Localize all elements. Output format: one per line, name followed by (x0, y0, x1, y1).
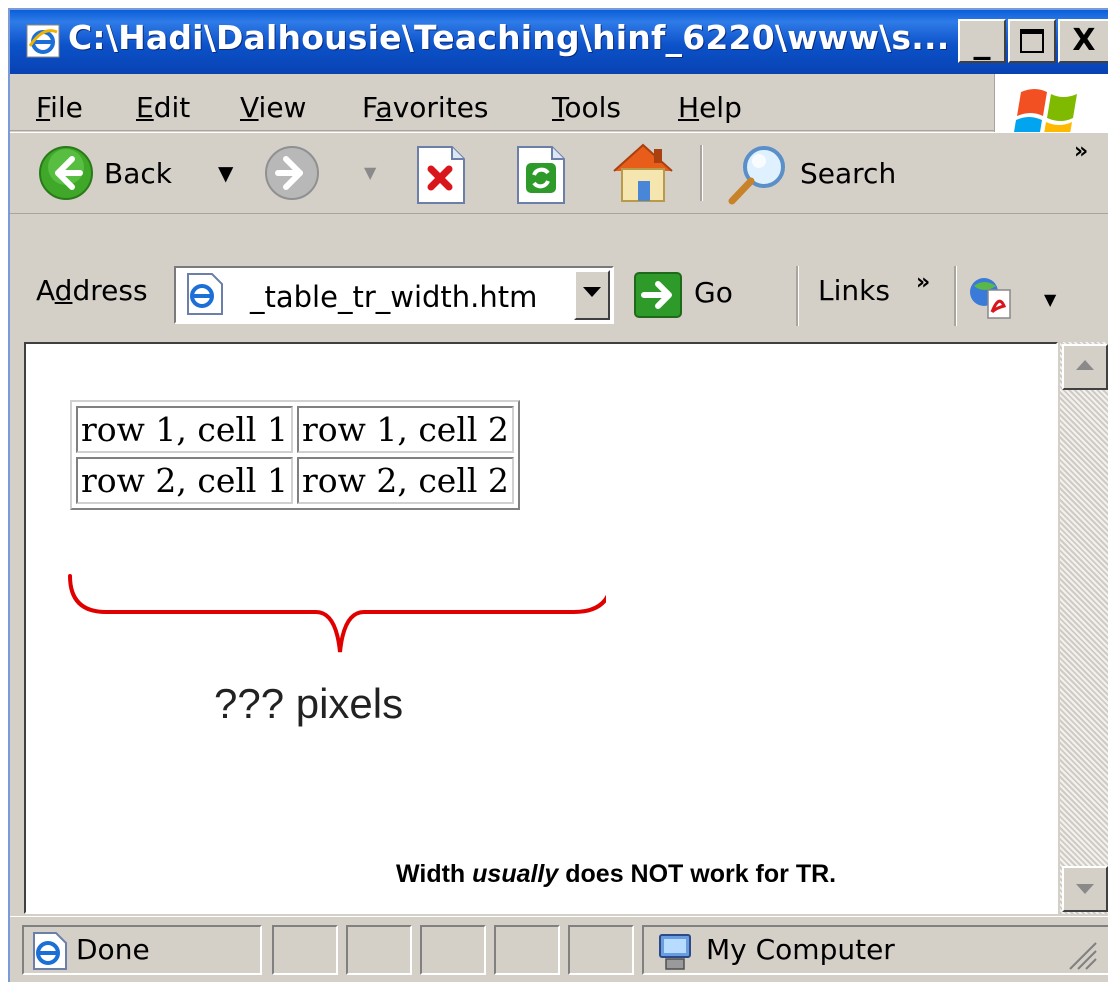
pdf-icon[interactable] (966, 272, 1016, 322)
brace-label: ??? pixels (214, 680, 404, 727)
computer-icon (656, 931, 698, 973)
demo-table: row 1, cell 1 row 1, cell 2 row 2, cell … (70, 400, 520, 510)
menu-tools[interactable]: Tools (552, 91, 621, 124)
chevron-up-icon (1076, 360, 1094, 370)
search-button[interactable]: Search (800, 157, 896, 190)
menu-favorites[interactable]: Favorites (362, 91, 489, 124)
toolbar-separator (700, 145, 703, 201)
status-bar: Done My Computer (10, 916, 1108, 982)
table-cell: row 1, cell 1 (76, 406, 293, 453)
menu-view[interactable]: View (240, 91, 306, 124)
address-label: Address (36, 274, 148, 307)
toolbar-chevron[interactable]: » (1074, 139, 1088, 164)
maximize-icon (1020, 29, 1044, 53)
forward-dropdown-icon[interactable]: ▼ (364, 163, 376, 182)
links-separator (954, 266, 957, 326)
menu-edit[interactable]: Edit (136, 91, 190, 124)
window-title: C:\Hadi\Dalhousie\Teaching\hinf_6220\www… (68, 18, 950, 57)
stop-icon[interactable] (414, 145, 468, 205)
footnote: Width usually does NOT work for TR. (396, 860, 837, 888)
status-text: Done (76, 933, 150, 966)
page-content: row 1, cell 1 row 1, cell 2 row 2, cell … (24, 342, 1058, 914)
status-pane (568, 925, 634, 975)
standard-toolbar: Back ▼ ▼ Search » (10, 132, 1108, 214)
menu-bar: File Edit View Favorites Tools Help (10, 74, 1108, 131)
links-button[interactable]: Links (818, 274, 890, 307)
home-icon[interactable] (608, 139, 678, 205)
close-icon: X (1072, 23, 1096, 58)
address-bar: Address _table_tr_width.htm Go Links » ▼ (10, 216, 1108, 338)
status-pane (346, 925, 412, 975)
go-arrow-icon[interactable] (634, 272, 682, 318)
table-cell: row 1, cell 2 (296, 406, 514, 453)
address-value: _table_tr_width.htm (250, 280, 538, 314)
status-pane (494, 925, 560, 975)
ie-status-icon (30, 931, 70, 971)
chevron-down-icon (1076, 884, 1094, 894)
page-icon (182, 272, 226, 316)
minimize-button[interactable]: _ (958, 19, 1006, 63)
scroll-up-button[interactable] (1062, 344, 1108, 390)
resize-grip-icon[interactable] (1064, 937, 1098, 971)
minimize-icon: _ (973, 21, 991, 61)
ie-icon (26, 24, 60, 58)
menu-file[interactable]: File (36, 91, 83, 124)
curly-brace (68, 574, 606, 653)
links-chevron[interactable]: » (916, 270, 930, 295)
forward-arrow-icon[interactable] (264, 145, 320, 201)
back-arrow-icon[interactable] (38, 145, 94, 201)
table-row: row 1, cell 1 row 1, cell 2 (76, 406, 514, 453)
table-cell: row 2, cell 1 (76, 457, 293, 504)
back-dropdown-icon[interactable]: ▼ (218, 161, 233, 185)
status-pane-zone: My Computer (642, 925, 1108, 975)
close-button[interactable]: X (1058, 19, 1108, 63)
pdf-dropdown-icon[interactable]: ▼ (1044, 290, 1056, 309)
menu-help[interactable]: Help (678, 91, 742, 124)
vertical-scrollbar[interactable] (1060, 342, 1108, 914)
title-bar[interactable]: C:\Hadi\Dalhousie\Teaching\hinf_6220\www… (10, 10, 1108, 74)
status-pane-main: Done (22, 925, 262, 975)
maximize-button[interactable] (1008, 19, 1056, 63)
status-pane (420, 925, 486, 975)
go-button[interactable]: Go (694, 276, 733, 309)
back-button[interactable]: Back (104, 157, 172, 190)
address-input[interactable]: _table_tr_width.htm (174, 266, 614, 324)
browser-window: C:\Hadi\Dalhousie\Teaching\hinf_6220\www… (8, 8, 1108, 982)
address-dropdown-button[interactable] (574, 270, 610, 320)
chevron-down-icon (583, 287, 601, 297)
search-icon[interactable] (722, 143, 792, 207)
refresh-icon[interactable] (514, 145, 568, 205)
address-separator (796, 266, 799, 326)
zone-text: My Computer (706, 933, 895, 966)
table-row: row 2, cell 1 row 2, cell 2 (76, 457, 514, 504)
scroll-down-button[interactable] (1062, 866, 1108, 912)
status-pane (272, 925, 338, 975)
table-cell: row 2, cell 2 (296, 457, 514, 504)
